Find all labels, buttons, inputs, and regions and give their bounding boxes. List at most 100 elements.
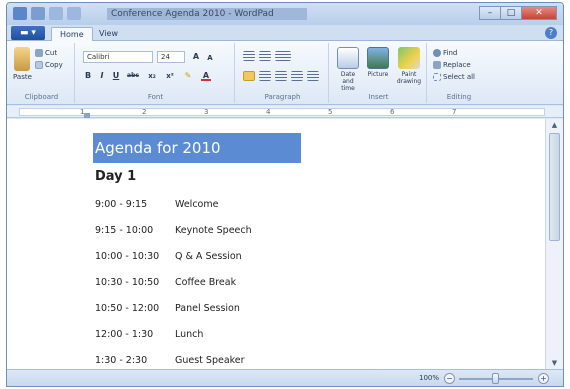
increase-indent-icon[interactable] xyxy=(259,51,271,61)
agenda-event: Q & A Session xyxy=(175,251,242,262)
ruler-track: 1 2 3 4 5 6 7 xyxy=(19,108,545,118)
quick-access-toolbar xyxy=(13,7,81,20)
strikethrough-button[interactable]: abc xyxy=(125,71,141,81)
paste-icon xyxy=(14,47,31,71)
minimize-button[interactable]: – xyxy=(479,6,501,20)
agenda-row[interactable]: 1:30 - 2:30 Guest Speaker xyxy=(95,355,245,366)
agenda-row[interactable]: 10:00 - 10:30 Q & A Session xyxy=(95,251,242,262)
copy-button[interactable]: Copy xyxy=(35,61,63,69)
save-icon[interactable] xyxy=(31,7,45,20)
grow-font-button[interactable]: A xyxy=(191,52,201,62)
agenda-event: Panel Session xyxy=(175,303,240,314)
agenda-time: 12:00 - 1:30 xyxy=(95,329,154,340)
agenda-row[interactable]: 10:30 - 10:50 Coffee Break xyxy=(95,277,236,288)
agenda-time: 10:00 - 10:30 xyxy=(95,251,160,262)
justify-icon[interactable] xyxy=(291,71,303,81)
agenda-row[interactable]: 9:15 - 10:00 Keynote Speech xyxy=(95,225,252,236)
decrease-indent-icon[interactable] xyxy=(243,51,255,61)
find-button[interactable]: Find xyxy=(433,49,457,57)
select-all-button[interactable]: Select all xyxy=(433,73,475,81)
font-color-button[interactable]: A xyxy=(201,71,211,81)
agenda-time: 9:00 - 9:15 xyxy=(95,199,148,210)
picture-icon xyxy=(367,47,389,69)
window-title: Conference Agenda 2010 - WordPad xyxy=(107,8,307,20)
help-icon[interactable]: ? xyxy=(545,27,557,39)
ribbon-tabs: ▬ ▾ Home View ? xyxy=(7,25,563,41)
ruler-mark: 6 xyxy=(390,108,395,116)
picture-button[interactable]: Picture xyxy=(365,47,391,78)
scrollbar-thumb[interactable] xyxy=(549,133,560,241)
font-family-select[interactable]: Calibri xyxy=(83,51,153,63)
document-area[interactable]: Agenda for 2010 Conference Day 1 9:00 - … xyxy=(7,119,545,371)
align-right-icon[interactable] xyxy=(275,71,287,81)
zoom-in-button[interactable]: + xyxy=(538,373,549,384)
underline-button[interactable]: U xyxy=(111,71,121,81)
font-label: Font xyxy=(147,93,164,101)
clipboard-group: Paste Cut Copy Clipboard xyxy=(9,43,75,103)
replace-icon xyxy=(433,61,441,69)
tab-view[interactable]: View xyxy=(91,27,126,41)
undo-icon[interactable] xyxy=(49,7,63,20)
align-left-icon[interactable] xyxy=(243,71,255,81)
paragraph-label: Paragraph xyxy=(264,93,301,101)
day-heading[interactable]: Day 1 xyxy=(95,169,136,184)
zoom-level: 100% xyxy=(418,374,439,382)
calendar-icon xyxy=(337,47,359,69)
agenda-time: 10:50 - 12:00 xyxy=(95,303,160,314)
ruler-mark: 2 xyxy=(142,108,147,116)
bold-button[interactable]: B xyxy=(83,71,93,81)
zoom-slider-thumb[interactable] xyxy=(492,373,499,384)
date-time-button[interactable]: Date and time xyxy=(335,47,361,92)
find-icon xyxy=(433,49,441,57)
maximize-button[interactable]: □ xyxy=(500,6,522,20)
ruler-mark: 3 xyxy=(204,108,209,116)
insert-group: Date and time Picture Paint drawing Inse… xyxy=(331,43,427,103)
italic-button[interactable]: I xyxy=(97,71,107,81)
paragraph-spacing-icon[interactable] xyxy=(307,71,319,81)
agenda-time: 1:30 - 2:30 xyxy=(95,355,148,366)
highlight-icon[interactable]: ✎ xyxy=(183,71,193,81)
redo-icon[interactable] xyxy=(67,7,81,20)
window-controls: – □ ✕ xyxy=(479,6,557,20)
replace-button[interactable]: Replace xyxy=(433,61,471,69)
zoom-out-button[interactable]: − xyxy=(444,373,455,384)
select-all-icon xyxy=(433,73,441,81)
superscript-button[interactable]: x² xyxy=(163,71,177,81)
agenda-event: Keynote Speech xyxy=(175,225,252,236)
agenda-time: 9:15 - 10:00 xyxy=(95,225,154,236)
vertical-scrollbar[interactable]: ▲ ▼ xyxy=(545,119,563,371)
wordpad-window: Conference Agenda 2010 - WordPad – □ ✕ ▬… xyxy=(6,2,564,387)
shrink-font-button[interactable]: A xyxy=(205,53,215,63)
agenda-event: Lunch xyxy=(175,329,204,340)
align-center-icon[interactable] xyxy=(259,71,271,81)
cut-button[interactable]: Cut xyxy=(35,49,57,57)
tab-home[interactable]: Home xyxy=(51,27,93,41)
paste-button[interactable]: Paste xyxy=(13,47,32,81)
font-group: Calibri 24 A A B I U abc x₂ x² ✎ A Font xyxy=(77,43,235,103)
agenda-event: Guest Speaker xyxy=(175,355,245,366)
agenda-row[interactable]: 9:00 - 9:15 Welcome xyxy=(95,199,218,210)
title-bar: Conference Agenda 2010 - WordPad – □ ✕ xyxy=(7,3,563,25)
app-menu-button[interactable]: ▬ ▾ xyxy=(11,26,45,40)
scissors-icon xyxy=(35,49,43,57)
scroll-down-icon[interactable]: ▼ xyxy=(546,359,563,369)
ruler-mark: 4 xyxy=(266,108,271,116)
status-bar: 100% − + xyxy=(7,369,563,386)
editing-group: Find Replace Select all Editing xyxy=(429,43,489,103)
app-icon[interactable] xyxy=(13,7,27,20)
insert-label: Insert xyxy=(368,93,389,101)
bullets-icon[interactable] xyxy=(275,51,291,61)
paint-drawing-button[interactable]: Paint drawing xyxy=(395,47,423,85)
indent-marker-icon[interactable] xyxy=(84,113,90,118)
clipboard-label: Clipboard xyxy=(24,93,59,101)
font-size-select[interactable]: 24 xyxy=(157,51,185,63)
close-button[interactable]: ✕ xyxy=(521,6,557,20)
agenda-event: Welcome xyxy=(175,199,219,210)
document-title[interactable]: Agenda for 2010 Conference xyxy=(93,133,301,187)
ruler[interactable]: 1 2 3 4 5 6 7 xyxy=(7,106,563,118)
paragraph-group: Paragraph xyxy=(237,43,329,103)
agenda-row[interactable]: 12:00 - 1:30 Lunch xyxy=(95,329,203,340)
scroll-up-icon[interactable]: ▲ xyxy=(546,121,563,131)
agenda-row[interactable]: 10:50 - 12:00 Panel Session xyxy=(95,303,240,314)
subscript-button[interactable]: x₂ xyxy=(145,71,159,81)
